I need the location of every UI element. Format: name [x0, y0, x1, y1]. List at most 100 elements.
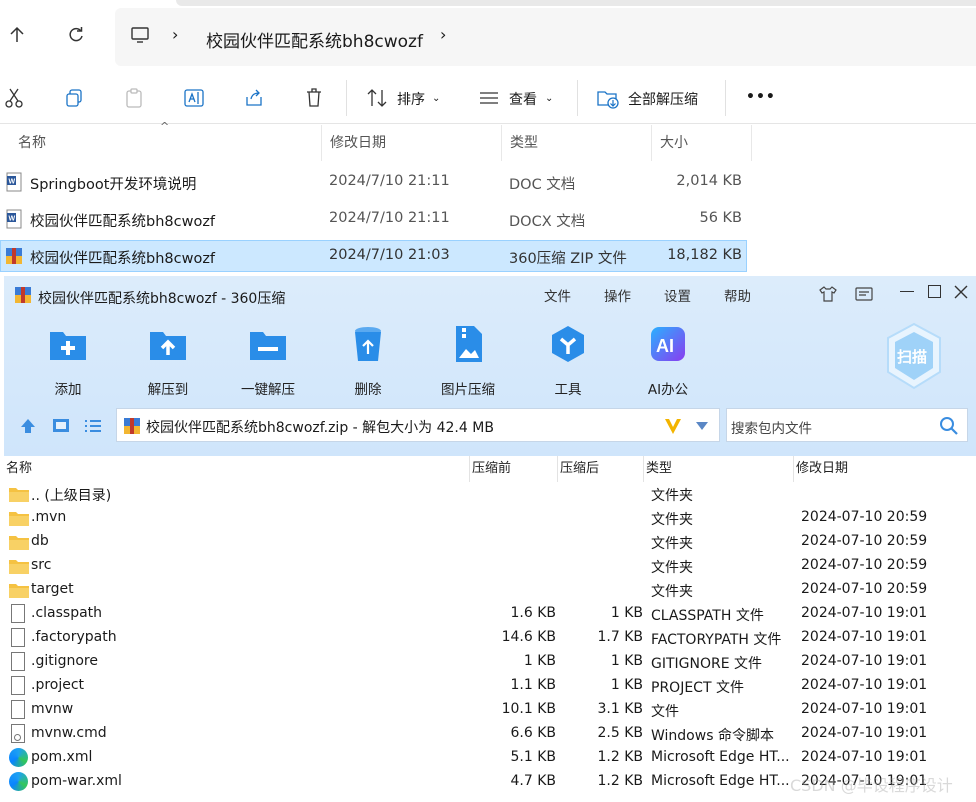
extract-all-button[interactable]: 全部解压缩: [628, 89, 698, 109]
menu-operate[interactable]: 操作: [604, 285, 631, 305]
list-view-icon[interactable]: [84, 418, 102, 434]
archive-size-after: 1.2 KB: [597, 773, 644, 789]
archive-file-date: 2024-07-10 19:01: [801, 677, 928, 693]
share-icon[interactable]: [242, 86, 266, 110]
folder-icon: [9, 512, 29, 526]
navigation-bar: › 校园伙伴匹配系统bh8cwozf ›: [0, 0, 976, 72]
view-button[interactable]: 查看: [509, 89, 537, 109]
command-bar: 排序 ⌄ 查看 ⌄ 全部解压缩 •••: [0, 72, 976, 124]
chevron-down-icon[interactable]: ⌄: [432, 93, 440, 104]
up-level-icon[interactable]: [20, 418, 36, 434]
extract-to-button[interactable]: 解压到: [128, 324, 208, 398]
ai-office-button[interactable]: AI AI办公: [628, 324, 708, 398]
file-row-selected[interactable]: 校园伙伴匹配系统bh8cwozf 2024/7/10 21:03 360压缩 Z…: [0, 240, 747, 272]
dropdown-arrow-icon[interactable]: [695, 421, 709, 431]
archive-file-name: mvnw.cmd: [31, 725, 107, 741]
scan-button[interactable]: 扫描: [884, 322, 944, 390]
archive-file-name: .classpath: [31, 605, 103, 621]
copy-icon[interactable]: [62, 86, 86, 110]
add-button[interactable]: 添加: [28, 324, 108, 398]
archive-file-date: 2024-07-10 20:59: [801, 557, 928, 573]
archive-row[interactable]: .factorypath 14.6 KB 1.7 KB FACTORYPATH 文件 2…: [4, 626, 976, 650]
archive-row[interactable]: target 文件夹 2024-07-10 20:59: [4, 578, 976, 602]
column-header-size-after[interactable]: 压缩后: [558, 456, 644, 482]
folder-icon: [9, 560, 29, 574]
skin-shirt-icon[interactable]: [818, 285, 838, 303]
close-icon[interactable]: [954, 285, 968, 299]
archive-file-name: .. (上级目录): [31, 488, 112, 504]
chevron-right-icon[interactable]: ›: [440, 25, 446, 44]
feedback-icon[interactable]: [854, 285, 874, 303]
archive-row[interactable]: .mvn 文件夹 2024-07-10 20:59: [4, 506, 976, 530]
file-date: 2024/7/10 21:03: [329, 247, 450, 263]
menu-settings[interactable]: 设置: [664, 285, 691, 305]
archive-size-after: 1.2 KB: [597, 749, 644, 765]
file-name: Springboot开发环境说明: [30, 177, 197, 193]
column-header-name[interactable]: 名称: [10, 125, 322, 161]
archive-file-date: 2024-07-10 20:59: [801, 533, 928, 549]
window-title: 校园伙伴匹配系统bh8cwozf - 360压缩: [38, 291, 286, 307]
archive-row[interactable]: pom.xml 5.1 KB 1.2 KB Microsoft Edge HT... 2…: [4, 746, 976, 770]
menu-help[interactable]: 帮助: [724, 285, 751, 305]
maximize-icon[interactable]: [928, 285, 941, 298]
up-arrow-icon[interactable]: [4, 22, 30, 48]
archive-row[interactable]: mvnw 10.1 KB 3.1 KB 文件 2024-07-10 19:01: [4, 698, 976, 722]
archive-file-type: Microsoft Edge HT...: [651, 749, 790, 765]
tools-button[interactable]: 工具: [528, 324, 608, 398]
menu-file[interactable]: 文件: [544, 285, 571, 305]
archive-row[interactable]: .classpath 1.6 KB 1 KB CLASSPATH 文件 2024-07-…: [4, 602, 976, 626]
archive-row[interactable]: .gitignore 1 KB 1 KB GITIGNORE 文件 2024-07-10…: [4, 650, 976, 674]
image-compress-button[interactable]: 图片压缩: [428, 324, 508, 398]
sort-button[interactable]: 排序: [397, 89, 425, 109]
search-input[interactable]: 搜索包内文件: [726, 408, 968, 442]
extract-folder-icon: [150, 332, 186, 360]
column-header-type[interactable]: 类型: [502, 125, 652, 161]
archive-row[interactable]: .. (上级目录) 文件夹: [4, 482, 976, 506]
sort-icon[interactable]: [365, 86, 389, 110]
archive-file-date: 2024-07-10 19:01: [801, 605, 928, 621]
view-icon[interactable]: [477, 86, 501, 110]
more-options-button[interactable]: •••: [746, 89, 776, 105]
file-row[interactable]: W 校园伙伴匹配系统bh8cwozf 2024/7/10 21:11 DOCX …: [0, 203, 750, 235]
verified-v-icon[interactable]: [663, 416, 683, 436]
delete-button[interactable]: 删除: [328, 324, 408, 398]
column-header-type[interactable]: 类型: [644, 456, 794, 482]
refresh-icon[interactable]: [63, 22, 89, 48]
search-placeholder: 搜索包内文件: [731, 421, 812, 437]
archive-row[interactable]: mvnw.cmd 6.6 KB 2.5 KB Windows 命令脚本 2024-07-…: [4, 722, 976, 746]
file-icon: [11, 628, 25, 647]
zip-header-area: 校园伙伴匹配系统bh8cwozf - 360压缩 文件 操作 设置 帮助 添加 …: [4, 276, 976, 456]
address-bar[interactable]: › 校园伙伴匹配系统bh8cwozf ›: [115, 8, 976, 66]
column-header-name[interactable]: 名称: [4, 456, 470, 482]
path-input[interactable]: 校园伙伴匹配系统bh8cwozf.zip - 解包大小为 42.4 MB: [116, 408, 720, 442]
file-row[interactable]: W Springboot开发环境说明 2024/7/10 21:11 DOC 文…: [0, 166, 750, 198]
column-header-size-before[interactable]: 压缩前: [470, 456, 558, 482]
chevron-down-icon[interactable]: ⌄: [545, 93, 553, 104]
archive-file-type: Windows 命令脚本: [651, 728, 774, 744]
divider: [346, 80, 347, 116]
extract-folder-icon[interactable]: [596, 86, 620, 110]
thumbnail-view-icon[interactable]: [52, 418, 70, 434]
minimize-icon[interactable]: [900, 291, 914, 293]
search-icon[interactable]: [939, 416, 959, 436]
archive-file-name: mvnw: [31, 701, 74, 717]
archive-row[interactable]: src 文件夹 2024-07-10 20:59: [4, 554, 976, 578]
cut-icon[interactable]: [2, 86, 26, 110]
rename-icon[interactable]: [182, 86, 206, 110]
edge-browser-icon: [9, 772, 28, 791]
file-name: 校园伙伴匹配系统bh8cwozf: [30, 251, 216, 267]
column-header-date[interactable]: 修改日期: [322, 125, 502, 161]
delete-icon[interactable]: [302, 86, 326, 110]
folder-icon: [9, 584, 29, 598]
paste-icon[interactable]: [122, 86, 146, 110]
archive-size-before: 10.1 KB: [501, 701, 556, 717]
archive-row[interactable]: .project 1.1 KB 1 KB PROJECT 文件 2024-07-10 1…: [4, 674, 976, 698]
script-file-icon: [11, 724, 25, 743]
column-header-date[interactable]: 修改日期: [794, 456, 976, 482]
column-header-size[interactable]: 大小: [652, 125, 752, 161]
archive-row[interactable]: db 文件夹 2024-07-10 20:59: [4, 530, 976, 554]
file-type: 360压缩 ZIP 文件: [509, 251, 627, 267]
one-click-extract-button[interactable]: 一键解压: [228, 324, 308, 398]
breadcrumb-folder[interactable]: 校园伙伴匹配系统bh8cwozf: [206, 27, 423, 52]
archive-file-type: CLASSPATH 文件: [651, 608, 764, 624]
